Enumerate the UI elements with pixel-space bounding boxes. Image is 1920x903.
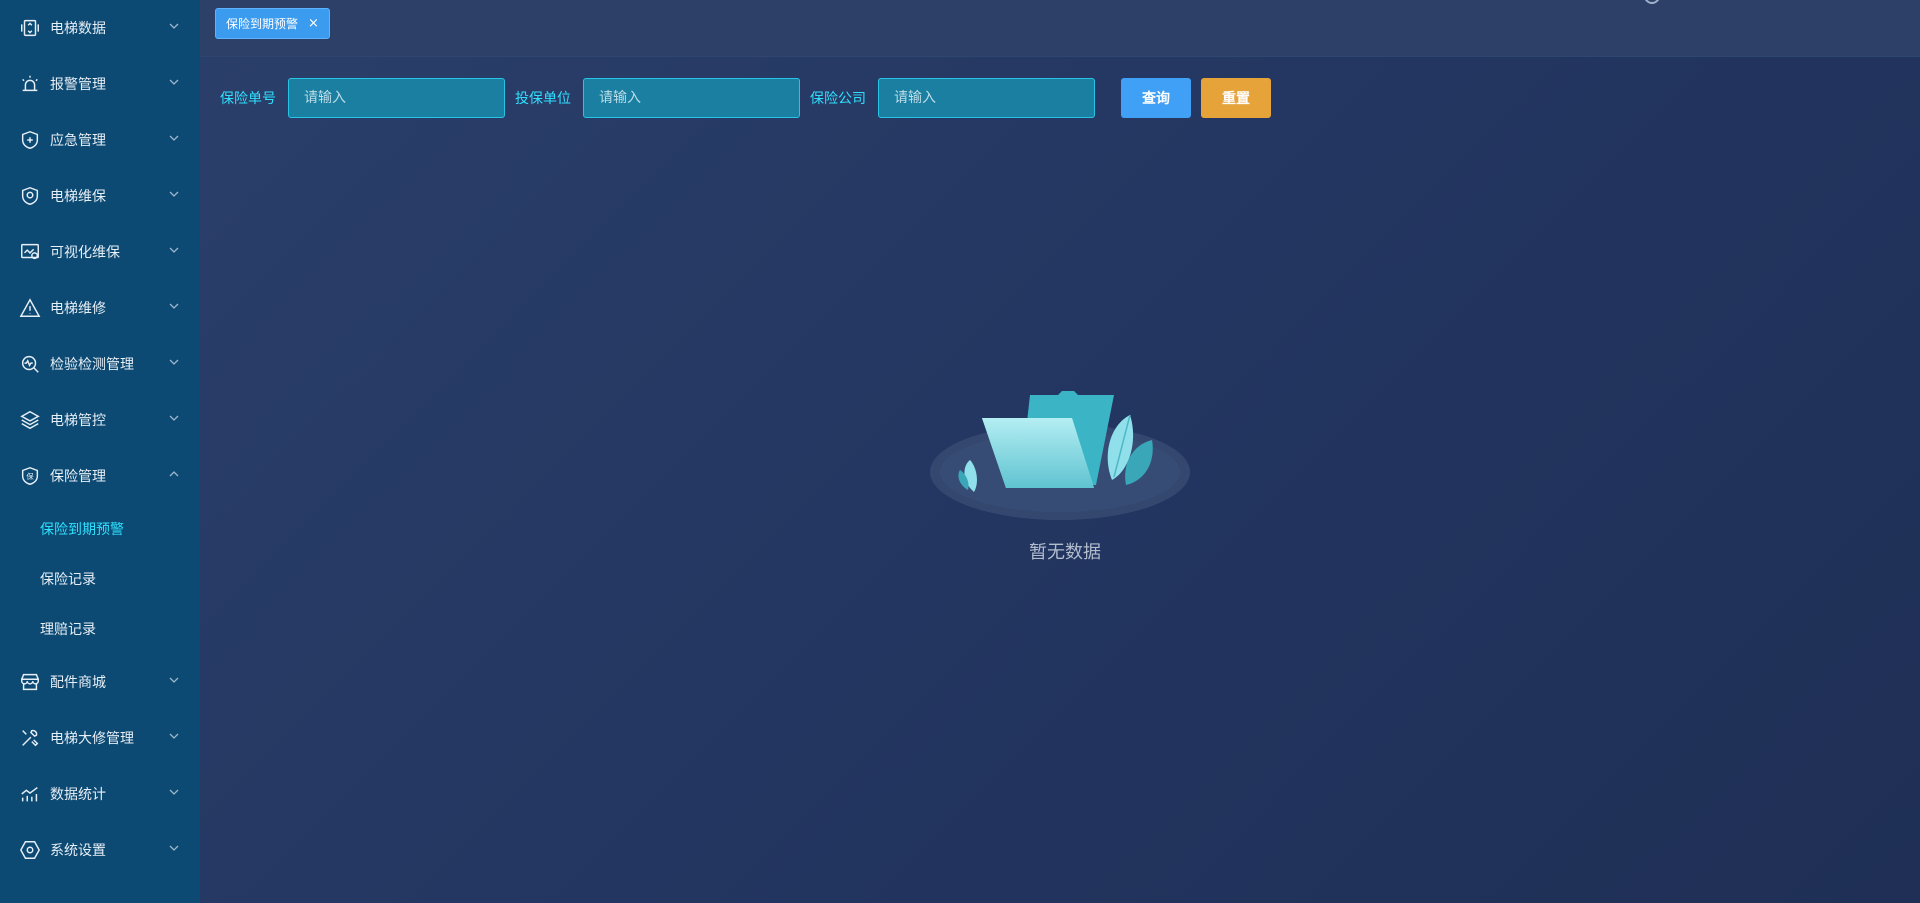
- chevron-up-icon: [168, 468, 180, 480]
- sidebar-item-label: 应急管理: [50, 133, 106, 149]
- reset-button[interactable]: 重置: [1201, 78, 1271, 118]
- sidebar-item-repair[interactable]: 电梯维修: [0, 280, 200, 336]
- sidebar-item-label: 电梯维修: [50, 301, 106, 317]
- policy-no-input[interactable]: [288, 78, 505, 118]
- alarm-icon: [18, 72, 42, 96]
- chevron-down-icon: [168, 20, 180, 32]
- sidebar-item-visual-maintenance[interactable]: 可视化维保: [0, 224, 200, 280]
- chevron-down-icon: [168, 842, 180, 854]
- sidebar-item-label: 数据统计: [50, 787, 106, 803]
- tab-insurance-expiry-warning[interactable]: 保险到期预警 ×: [215, 8, 330, 39]
- filter-bar: 保险单号 投保单位 保险公司 查询 重置: [220, 78, 1271, 118]
- chevron-down-icon: [168, 730, 180, 742]
- chevron-down-icon: [168, 412, 180, 424]
- sidebar-item-elevator-data[interactable]: 电梯数据: [0, 0, 200, 56]
- chevron-down-icon: [168, 300, 180, 312]
- sidebar-item-settings[interactable]: 系统设置: [0, 822, 200, 878]
- tab-bar: 保险到期预警 ×: [200, 0, 1920, 57]
- sidebar-item-label: 保险管理: [50, 469, 106, 485]
- main-content: 保险到期预警 × 保险单号 投保单位 保险公司 查询 重置: [200, 0, 1920, 903]
- chevron-down-icon: [168, 188, 180, 200]
- chevron-down-icon: [168, 674, 180, 686]
- svg-text:保: 保: [26, 472, 34, 481]
- chevron-down-icon: [168, 244, 180, 256]
- sidebar-item-label: 配件商城: [50, 675, 106, 691]
- empty-folder-illustration: [930, 391, 1190, 520]
- sidebar-item-inspection[interactable]: 检验检测管理: [0, 336, 200, 392]
- query-button[interactable]: 查询: [1121, 78, 1191, 118]
- sidebar-item-emergency[interactable]: 应急管理: [0, 112, 200, 168]
- insurance-company-label: 保险公司: [810, 91, 866, 107]
- insured-unit-label: 投保单位: [515, 91, 571, 107]
- tab-label: 保险到期预警: [226, 17, 299, 31]
- sidebar-subitem-insurance-records[interactable]: 保险记录: [0, 554, 200, 604]
- sidebar-item-maintenance[interactable]: 电梯维保: [0, 168, 200, 224]
- sidebar-item-label: 电梯管控: [50, 413, 106, 429]
- sidebar-item-label: 报警管理: [50, 77, 106, 93]
- sidebar-item-alarm[interactable]: 报警管理: [0, 56, 200, 112]
- sidebar: 电梯数据 报警管理 应急管理 电梯维保 可视化维保 电梯维修 检验检测管理 电梯…: [0, 0, 200, 903]
- inspection-icon: [18, 352, 42, 376]
- policy-no-label: 保险单号: [220, 91, 276, 107]
- sidebar-item-label: 电梯数据: [50, 21, 106, 37]
- insurance-icon: 保: [18, 464, 42, 488]
- chevron-down-icon: [168, 76, 180, 88]
- shield-plus-icon: [18, 128, 42, 152]
- sidebar-subitem-insurance-expiry-warning[interactable]: 保险到期预警: [0, 504, 200, 554]
- settings-icon: [18, 838, 42, 862]
- chevron-down-icon: [168, 132, 180, 144]
- sidebar-item-insurance[interactable]: 保 保险管理: [0, 448, 200, 504]
- sidebar-item-control[interactable]: 电梯管控: [0, 392, 200, 448]
- chevron-down-icon: [168, 786, 180, 798]
- sidebar-item-label: 电梯维保: [50, 189, 106, 205]
- insurance-company-input[interactable]: [878, 78, 1095, 118]
- sidebar-item-overhaul[interactable]: 电梯大修管理: [0, 710, 200, 766]
- layers-icon: [18, 408, 42, 432]
- warning-icon: [18, 296, 42, 320]
- sidebar-item-label: 系统设置: [50, 843, 106, 859]
- close-icon[interactable]: ×: [308, 17, 319, 30]
- insured-unit-input[interactable]: [583, 78, 800, 118]
- user-avatar-icon[interactable]: [1644, 0, 1660, 4]
- sidebar-item-parts-store[interactable]: 配件商城: [0, 654, 200, 710]
- elevator-data-icon: [18, 16, 42, 40]
- chevron-down-icon: [168, 356, 180, 368]
- sidebar-item-label: 检验检测管理: [50, 357, 134, 373]
- stats-icon: [18, 782, 42, 806]
- visual-maintenance-icon: [18, 240, 42, 264]
- sidebar-item-label: 电梯大修管理: [50, 731, 134, 747]
- app-root: 电梯数据 报警管理 应急管理 电梯维保 可视化维保 电梯维修 检验检测管理 电梯…: [0, 0, 1920, 903]
- store-icon: [18, 670, 42, 694]
- shield-maintenance-icon: [18, 184, 42, 208]
- tools-icon: [18, 726, 42, 750]
- empty-state-text: 暂无数据: [1029, 542, 1101, 563]
- sidebar-item-label: 可视化维保: [50, 245, 120, 261]
- sidebar-subitem-claim-records[interactable]: 理赔记录: [0, 604, 200, 654]
- sidebar-item-statistics[interactable]: 数据统计: [0, 766, 200, 822]
- empty-state: 暂无数据: [930, 380, 1200, 580]
